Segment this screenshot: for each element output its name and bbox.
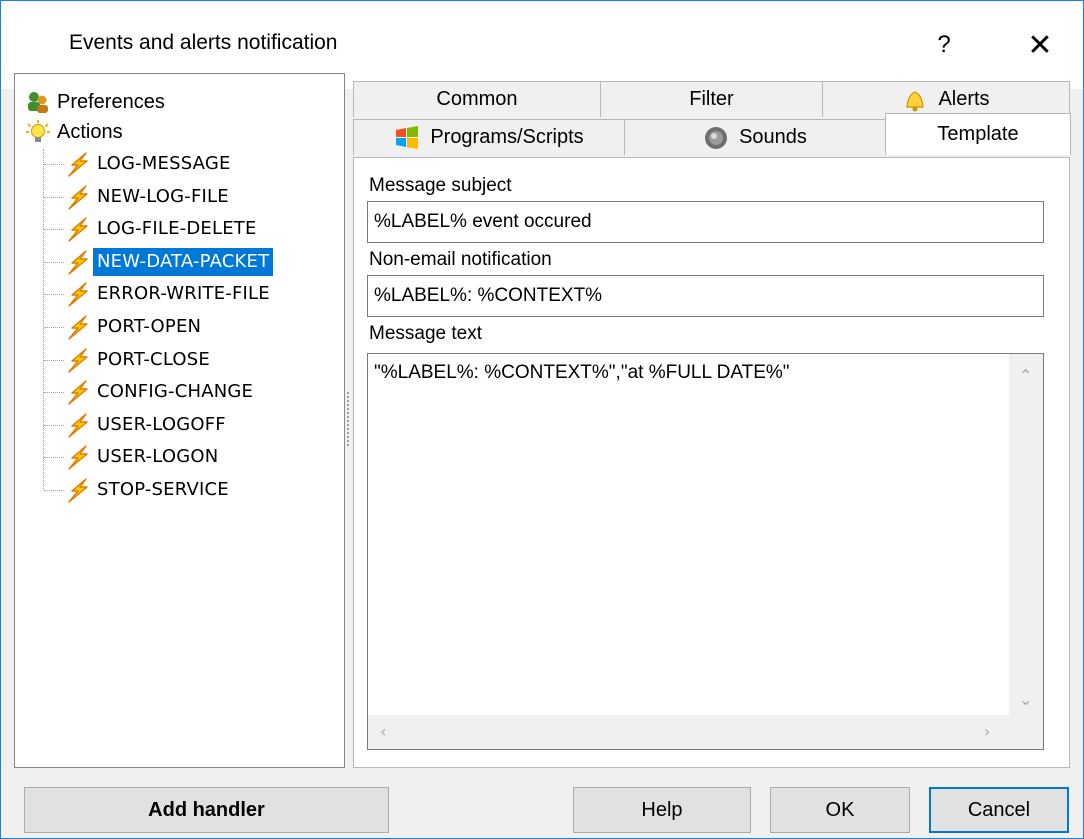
tree-item-action[interactable]: USER-LOGOFF — [65, 410, 230, 440]
tree-item-action[interactable]: USER-LOGON — [65, 442, 222, 472]
tree-connector-line — [44, 360, 64, 361]
tab-row-bottom: Programs/Scripts Sounds Template — [353, 113, 1071, 155]
close-button[interactable]: ✕ — [1007, 15, 1073, 75]
tree-item-action[interactable]: LOG-FILE-DELETE — [65, 214, 261, 244]
tab-label: Common — [436, 88, 518, 110]
users-preferences-icon — [28, 92, 48, 113]
window-title: Events and alerts notification — [69, 31, 338, 54]
tab-template[interactable]: Template — [885, 113, 1071, 155]
tree-connector-line — [44, 425, 64, 426]
tab-label: Template — [937, 123, 1019, 145]
tree-item-action[interactable]: PORT-OPEN — [65, 312, 205, 342]
tree-item-label: USER-LOGOFF — [97, 414, 226, 435]
help-button[interactable]: Help — [573, 787, 751, 833]
tree-item-label: USER-LOGON — [97, 446, 219, 467]
tree-item-action[interactable]: LOG-MESSAGE — [65, 149, 235, 179]
message-subject-label: Message subject — [369, 175, 512, 196]
lightbulb-icon — [26, 120, 50, 142]
tree-item-label: Actions — [57, 121, 123, 143]
tab-label: Alerts — [938, 88, 990, 110]
bell-icon — [906, 90, 925, 111]
message-subject-input[interactable]: %LABEL% event occured — [367, 201, 1044, 243]
tab-label: Programs/Scripts — [430, 126, 584, 148]
help-title-button[interactable]: ? — [911, 15, 977, 75]
splitter-grip[interactable] — [346, 391, 350, 447]
cancel-button[interactable]: Cancel — [929, 787, 1069, 833]
tree-connector-line — [44, 229, 64, 230]
tree-item-label: PORT-OPEN — [97, 316, 202, 337]
tree-connector-line — [44, 164, 64, 165]
tree-item-label: Preferences — [57, 91, 165, 113]
lightning-bolt-icon — [68, 282, 88, 307]
non-email-notification-label: Non-email notification — [369, 249, 552, 270]
tab-filter[interactable]: Filter — [600, 81, 823, 117]
scroll-left-icon[interactable]: ‹ — [380, 722, 386, 741]
tree-item-action[interactable]: CONFIG-CHANGE — [65, 377, 257, 407]
tab-alerts[interactable]: Alerts — [822, 81, 1070, 117]
lightning-bolt-icon — [68, 348, 88, 373]
tree-item-action[interactable]: NEW-LOG-FILE — [65, 182, 233, 212]
scrollbar-corner — [1009, 715, 1043, 749]
dialog-window: Events and alerts notification ? ✕ Prefe… — [0, 0, 1084, 839]
tree-item-label: LOG-MESSAGE — [97, 153, 231, 174]
add-handler-button[interactable]: Add handler — [24, 787, 389, 833]
lightning-bolt-icon — [68, 152, 88, 177]
speaker-icon — [705, 126, 728, 149]
tree-item-actions[interactable]: Actions — [25, 117, 127, 147]
lightning-bolt-icon — [68, 217, 88, 242]
tree-item-action[interactable]: STOP-SERVICE — [65, 475, 233, 505]
tree-item-label: NEW-DATA-PACKET — [93, 248, 274, 276]
tree-connector-line — [44, 197, 64, 198]
tree-item-label: ERROR-WRITE-FILE — [97, 283, 270, 304]
tree-item-action[interactable]: PORT-CLOSE — [65, 345, 214, 375]
scroll-right-icon[interactable]: › — [984, 722, 990, 741]
tree-connector-line — [44, 262, 64, 263]
tree-item-label: CONFIG-CHANGE — [97, 381, 254, 402]
message-text-value: "%LABEL%: %CONTEXT%","at %FULL DATE%" — [374, 362, 790, 383]
tab-label: Sounds — [739, 126, 807, 148]
tree-item-label: NEW-LOG-FILE — [97, 186, 229, 207]
scroll-up-icon[interactable]: ⌃ — [1019, 366, 1032, 385]
scroll-down-icon[interactable]: ⌄ — [1019, 690, 1032, 709]
message-text-area[interactable]: "%LABEL%: %CONTEXT%","at %FULL DATE%" ⌃ … — [367, 353, 1044, 750]
tab-label: Filter — [689, 88, 734, 110]
lightning-bolt-icon — [68, 478, 88, 503]
tab-row-top: Common Filter Alerts — [353, 81, 1070, 117]
tree-item-preferences[interactable]: Preferences — [25, 87, 169, 117]
lightning-bolt-icon — [68, 380, 88, 405]
tree-item-action[interactable]: ERROR-WRITE-FILE — [65, 279, 274, 309]
tree-connector-line — [44, 294, 64, 295]
message-subject-value: %LABEL% event occured — [374, 211, 592, 232]
non-email-notification-input[interactable]: %LABEL%: %CONTEXT% — [367, 275, 1044, 317]
vertical-scrollbar[interactable]: ⌃ ⌄ — [1009, 354, 1043, 716]
tree-connector-line — [44, 457, 64, 458]
tab-sounds[interactable]: Sounds — [624, 119, 886, 155]
non-email-notification-value: %LABEL%: %CONTEXT% — [374, 285, 603, 306]
lightning-bolt-icon — [68, 445, 88, 470]
tab-common[interactable]: Common — [353, 81, 601, 117]
tab-programs-scripts[interactable]: Programs/Scripts — [353, 119, 625, 155]
windows-logo-icon — [396, 125, 419, 149]
lightning-bolt-icon — [68, 413, 88, 438]
tree-item-action[interactable]: NEW-DATA-PACKET — [65, 247, 274, 277]
lightning-bolt-icon — [68, 185, 88, 210]
horizontal-scrollbar[interactable]: ‹ › — [368, 715, 1009, 749]
tree-connector-line — [44, 490, 64, 491]
message-text-label: Message text — [369, 323, 482, 344]
ok-button[interactable]: OK — [770, 787, 910, 833]
tree-connector-line — [44, 327, 64, 328]
tree-item-label: PORT-CLOSE — [97, 349, 210, 370]
tree-item-label: STOP-SERVICE — [97, 479, 229, 500]
tree-connector-line — [44, 392, 64, 393]
lightning-bolt-icon — [68, 250, 88, 275]
tree-item-label: LOG-FILE-DELETE — [97, 218, 257, 239]
lightning-bolt-icon — [68, 315, 88, 340]
tree-connector-line — [43, 149, 44, 489]
